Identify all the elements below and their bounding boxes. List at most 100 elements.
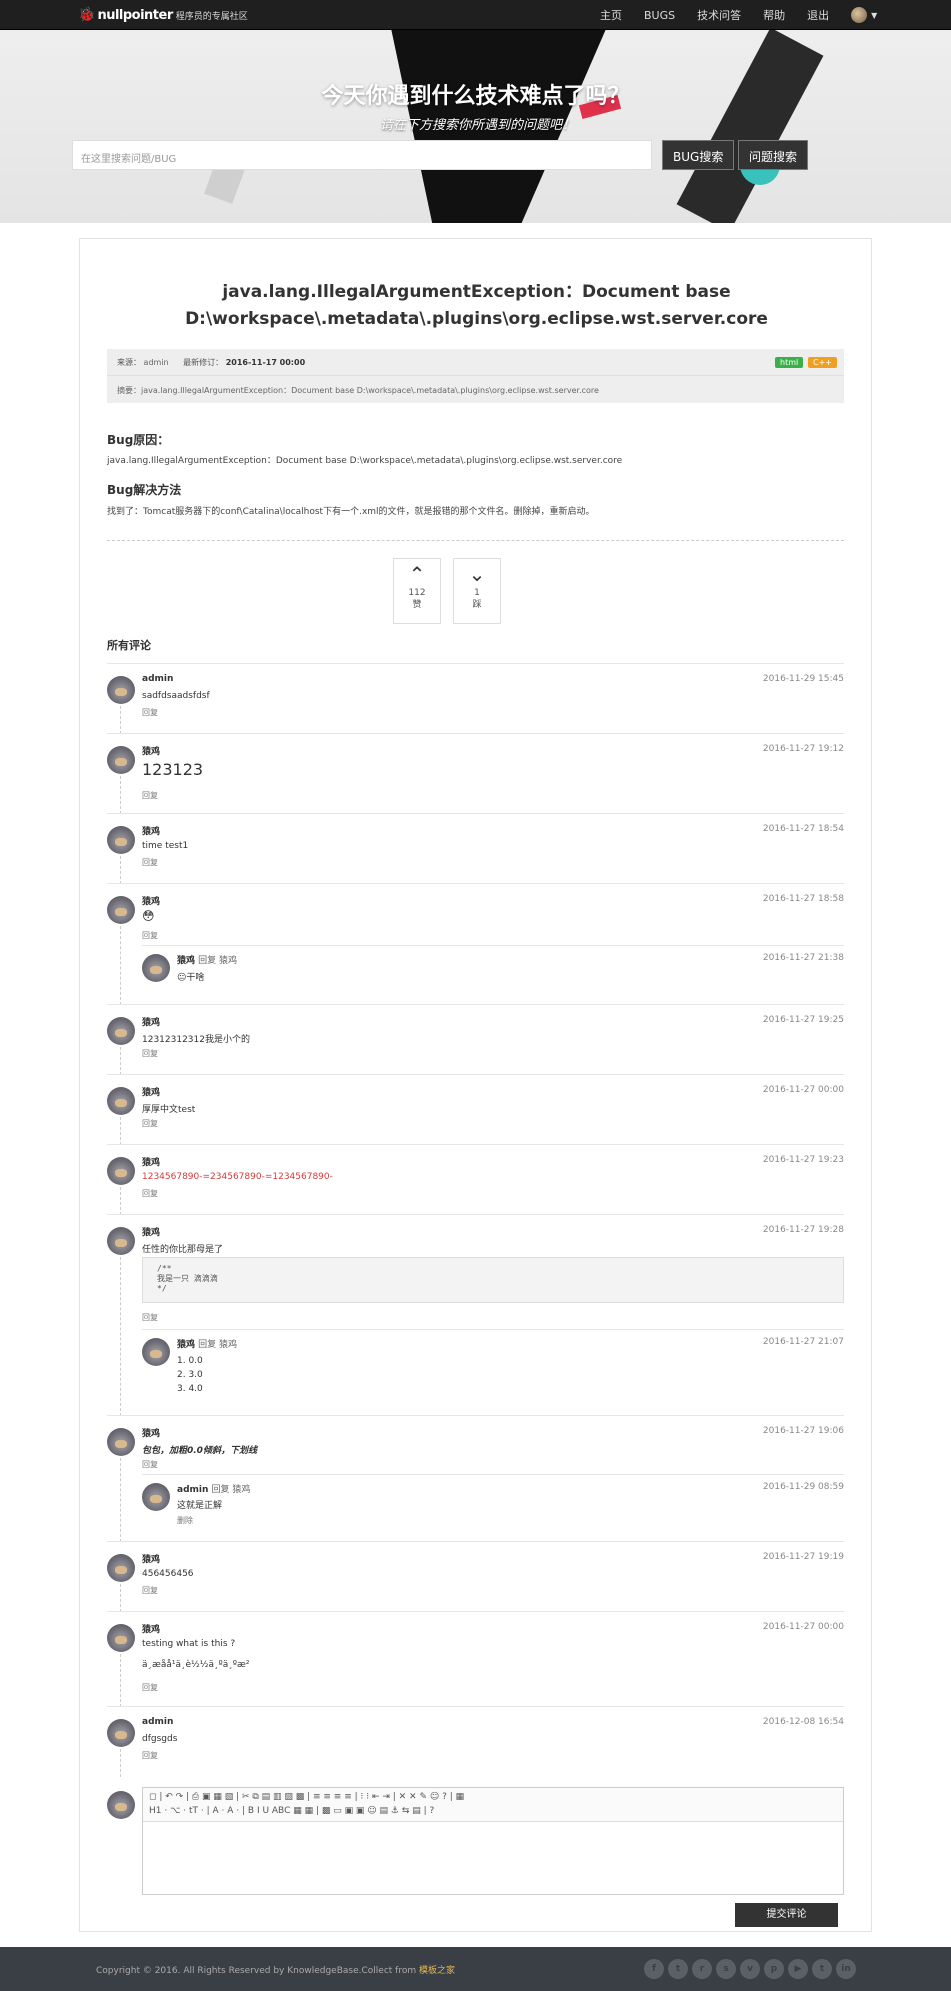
vimeo-icon[interactable]: v: [740, 1959, 760, 1979]
comment-body: 123123: [142, 760, 204, 779]
avatar: [107, 1017, 135, 1045]
tag-badge[interactable]: html: [775, 357, 804, 368]
comment-date: 2016-11-27 19:23: [762, 1155, 844, 1165]
brand-name: nullpointer: [97, 7, 173, 23]
comment-body: sadfdsaadsfdsf: [142, 691, 210, 701]
modified-label: 最新修订：: [183, 358, 224, 367]
linkedin-icon[interactable]: in: [836, 1959, 856, 1979]
nav-links: 主页 BUGS 技术问答 帮助 退出 ▼: [600, 0, 877, 30]
comment-author: 猿鸡: [142, 1625, 161, 1635]
rss-icon[interactable]: r: [692, 1959, 712, 1979]
summary-text: java.lang.IllegalArgumentException：Docum…: [141, 386, 599, 395]
summary-label: 摘要：: [117, 386, 141, 395]
reply-link[interactable]: 回复: [142, 1118, 158, 1129]
reply-link[interactable]: 回复: [142, 930, 158, 941]
reply-link[interactable]: 回复: [142, 1459, 158, 1470]
comment-date: 2016-11-29 15:45: [762, 674, 844, 684]
comment-author: admin: [142, 1717, 174, 1727]
comment-editor[interactable]: ◻ | ↶ ↷ | ⎙ ▣ ▦ ▧ | ✂ ⧉ ▤ ▥ ▨ ▩ | ≡ ≡ ≡ …: [142, 1787, 844, 1895]
hero-subtitle: 请在下方搜索你所遇到的问题吧！: [380, 118, 576, 133]
comment-body: 厚厚中文test: [142, 1105, 196, 1115]
comment-item: 猿鸡 2016-11-27 18:58 😳 回复 猿鸡 回复 猿鸡 2016-1…: [107, 883, 844, 1005]
comment-date: 2016-11-27 00:00: [762, 1622, 844, 1632]
reply-item: 猿鸡 回复 猿鸡 2016-11-27 21:38 😐干啥: [142, 945, 844, 1005]
thread-line: [120, 1749, 121, 1777]
article-meta: 来源： admin 最新修订： 2016-11-17 00:00 html C+…: [107, 349, 844, 403]
nav-home[interactable]: 主页: [600, 7, 622, 23]
search-input[interactable]: 在这里搜索问题/BUG: [72, 140, 652, 170]
upvote-button[interactable]: ⌃ 112 赞: [393, 558, 441, 624]
reply-link[interactable]: 回复: [142, 1048, 158, 1059]
comment-item: admin 2016-12-08 16:54 dfgsgds 回复: [107, 1706, 844, 1777]
list-item: 2. 3.0: [177, 1370, 203, 1380]
editor-toolbar[interactable]: ◻ | ↶ ↷ | ⎙ ▣ ▦ ▧ | ✂ ⧉ ▤ ▥ ▨ ▩ | ≡ ≡ ≡ …: [143, 1788, 843, 1822]
facebook-icon[interactable]: f: [644, 1959, 664, 1979]
thread-line: [120, 926, 121, 1005]
tumblr-icon[interactable]: t: [812, 1959, 832, 1979]
avatar: [107, 1087, 135, 1115]
nav-logout[interactable]: 退出: [807, 7, 829, 23]
footer-link[interactable]: 模板之家: [419, 1966, 455, 1976]
avatar: [107, 826, 135, 854]
article-card: java.lang.IllegalArgumentException：Docum…: [79, 238, 872, 1932]
skype-icon[interactable]: s: [716, 1959, 736, 1979]
comment-item: admin 2016-11-29 15:45 sadfdsaadsfdsf 回复: [107, 663, 844, 734]
nav-help[interactable]: 帮助: [763, 7, 785, 23]
user-avatar[interactable]: [851, 7, 868, 23]
thread-line: [120, 706, 121, 734]
comment-date: 2016-11-27 19:19: [762, 1552, 844, 1562]
submit-comment-button[interactable]: 提交评论: [735, 1903, 838, 1927]
reply-link[interactable]: 回复: [142, 1585, 158, 1596]
comment-date: 2016-11-27 18:54: [762, 824, 844, 834]
thread-line: [120, 1047, 121, 1075]
decor-shape: [676, 30, 824, 223]
thread-line: [120, 1584, 121, 1612]
reply-link[interactable]: 回复: [142, 707, 158, 718]
avatar: [142, 1483, 170, 1511]
comment-date: 2016-11-27 18:58: [762, 894, 844, 904]
delete-link[interactable]: 删除: [177, 1515, 193, 1526]
reply-link[interactable]: 回复: [142, 1750, 158, 1761]
thread-line: [120, 1187, 121, 1215]
comment-body: 包包，加粗0.0倾斜，下划线: [142, 1446, 257, 1456]
cause-text: java.lang.IllegalArgumentException：Docum…: [107, 456, 623, 466]
reply-link[interactable]: 回复: [142, 1312, 158, 1323]
avatar: [107, 676, 135, 704]
toolbar-row[interactable]: ◻ | ↶ ↷ | ⎙ ▣ ▦ ▧ | ✂ ⧉ ▤ ▥ ▨ ▩ | ≡ ≡ ≡ …: [149, 1790, 837, 1804]
tag-badge[interactable]: C++: [808, 357, 837, 368]
nav-qa[interactable]: 技术问答: [697, 7, 741, 23]
list-item: 1. 0.0: [177, 1356, 203, 1366]
youtube-icon[interactable]: ▶: [788, 1959, 808, 1979]
comment-item: 猿鸡 2016-11-27 18:54 time test1 回复: [107, 813, 844, 884]
pinterest-icon[interactable]: p: [764, 1959, 784, 1979]
comment-author: 猿鸡: [142, 897, 161, 907]
avatar: [107, 1624, 135, 1652]
reply-link[interactable]: 回复: [142, 857, 158, 868]
reply-body: 😐干啥: [177, 973, 205, 983]
comment-author: 猿鸡: [142, 1429, 161, 1439]
site-logo[interactable]: 🐞 nullpointer 程序员的专属社区: [78, 4, 248, 26]
comment-body: testing what is this ?: [142, 1639, 236, 1649]
avatar: [107, 746, 135, 774]
hero-banner: 今天你遇到什么技术难点了吗？ 请在下方搜索你所遇到的问题吧！ 在这里搜索问题/B…: [0, 30, 951, 223]
comment-item: 猿鸡 2016-11-27 19:12 123123 回复: [107, 733, 844, 814]
question-search-button[interactable]: 问题搜索: [738, 140, 809, 170]
toolbar-row[interactable]: H1 · ⌥ · tT · | A · A · | B I U ABC ▦ ▦ …: [149, 1804, 837, 1818]
comment-author: 猿鸡: [142, 1555, 161, 1565]
bug-search-button[interactable]: BUG搜索: [662, 140, 735, 170]
top-navbar: 🐞 nullpointer 程序员的专属社区 主页 BUGS 技术问答 帮助 退…: [0, 0, 951, 30]
nav-bugs[interactable]: BUGS: [644, 9, 675, 22]
comment-author: 猿鸡: [142, 1158, 161, 1168]
bug-logo-icon: 🐞: [78, 7, 96, 23]
downvote-button[interactable]: ⌄ 1 踩: [453, 558, 501, 624]
comment-item: 猿鸡 2016-11-27 19:06 包包，加粗0.0倾斜，下划线 回复 ad…: [107, 1415, 844, 1542]
caret-down-icon[interactable]: ▼: [871, 11, 877, 20]
reply-link[interactable]: 回复: [142, 1188, 158, 1199]
comment-body: 456456456: [142, 1569, 194, 1579]
reply-link[interactable]: 回复: [142, 790, 158, 801]
comment-author: 猿鸡: [142, 747, 161, 757]
reply-link[interactable]: 回复: [142, 1682, 158, 1693]
list-item: 3. 4.0: [177, 1384, 203, 1394]
twitter-icon[interactable]: t: [668, 1959, 688, 1979]
reply-author: 猿鸡 回复 猿鸡: [177, 1340, 238, 1350]
